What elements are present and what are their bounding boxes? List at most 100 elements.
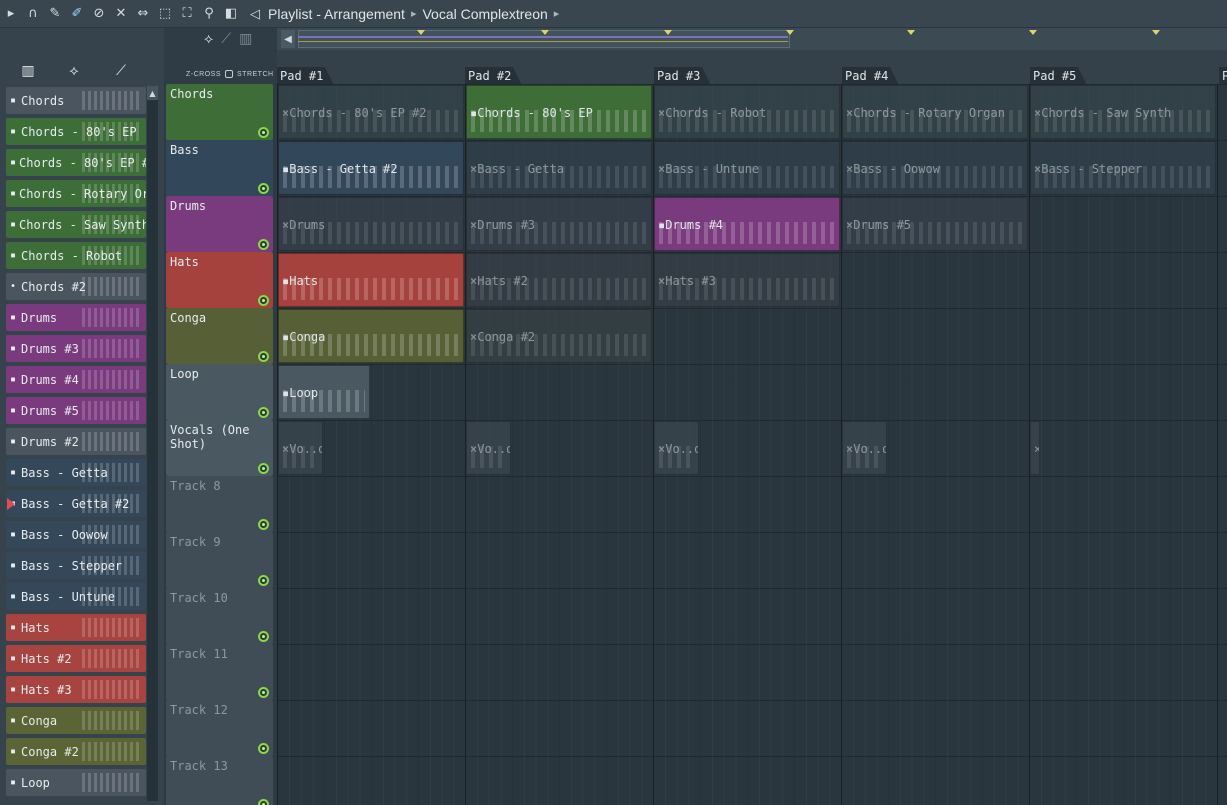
playlist-clip[interactable]: ×Bass - Oowow — [842, 141, 1028, 195]
track-header[interactable]: Track 10 — [166, 588, 273, 644]
playlist-clip[interactable]: ×Vo..on — [466, 421, 511, 475]
playback-icon[interactable]: ◧ — [220, 3, 242, 25]
breadcrumb-playlist[interactable]: Playlist - Arrangement — [268, 6, 405, 22]
automation-clip-icon[interactable]: ⟋ — [221, 31, 231, 47]
playlist-clip[interactable]: ×Chords - 80's EP #2 — [278, 85, 464, 139]
pattern-item[interactable]: ▪ Drums #2 — [6, 428, 146, 455]
playlist-clip[interactable]: × — [1030, 421, 1040, 475]
play-arrow-icon[interactable]: ▸ — [0, 3, 22, 25]
track-enable-icon[interactable] — [258, 743, 269, 754]
pattern-item[interactable]: ▪ Loop — [6, 769, 146, 796]
playlist-clip[interactable]: ×Hats #3 — [654, 253, 840, 307]
breadcrumb-pattern[interactable]: Vocal Complextreon — [422, 6, 547, 22]
select-icon[interactable]: ⬚ — [154, 3, 176, 25]
playlist-clip[interactable]: ×Vo..on — [654, 421, 699, 475]
timeline-ruler[interactable] — [277, 50, 1227, 84]
pad-marker[interactable]: Pad #1 — [277, 67, 334, 84]
audio-clip-icon[interactable]: ⟡ — [204, 31, 213, 47]
fullscreen-icon[interactable]: ⛶ — [176, 3, 198, 25]
playlist-clip[interactable]: ×Vo..on — [842, 421, 887, 475]
playlist-clip[interactable]: ×Drums #3 — [466, 197, 652, 251]
track-header[interactable]: Track 8 — [166, 476, 273, 532]
playlist-clip[interactable]: ×Bass - Getta — [466, 141, 652, 195]
playlist-clip[interactable]: ×Chords - Saw Synth — [1030, 85, 1216, 139]
playlist-clip[interactable]: ×Bass - Stepper — [1030, 141, 1216, 195]
pattern-item[interactable]: ▪ Bass - Getta #2 — [6, 490, 146, 517]
pattern-item[interactable]: ▪ Bass - Untune — [6, 583, 146, 610]
track-enable-icon[interactable] — [258, 407, 269, 418]
pattern-clip-icon[interactable]: ▥ — [239, 31, 252, 47]
pad-marker[interactable]: Pad #5 — [1030, 67, 1087, 84]
wave-icon[interactable]: ⟡ — [63, 62, 85, 80]
playlist-clip[interactable]: ×Bass - Untune — [654, 141, 840, 195]
track-enable-icon[interactable] — [258, 127, 269, 138]
playlist-clip[interactable]: ×Drums #5 — [842, 197, 1028, 251]
magnet-icon[interactable]: ∩ — [22, 3, 44, 25]
track-header[interactable]: Loop — [166, 364, 273, 420]
track-enable-icon[interactable] — [258, 351, 269, 362]
track-header[interactable]: Conga — [166, 308, 273, 364]
breadcrumb-arrow-icon[interactable]: ▸ — [554, 7, 560, 20]
delete-icon[interactable]: ⊘ — [88, 3, 110, 25]
pad-marker[interactable]: P — [1219, 67, 1227, 84]
track-header[interactable]: Track 12 — [166, 700, 273, 756]
pattern-item[interactable]: ▪ Bass - Oowow — [6, 521, 146, 548]
track-enable-icon[interactable] — [258, 239, 269, 250]
track-header[interactable]: Track 13 — [166, 756, 273, 805]
pattern-item[interactable]: ▪ Chords - 80's EP — [6, 118, 146, 145]
pattern-item[interactable]: ▪ Bass - Stepper — [6, 552, 146, 579]
track-header[interactable]: Chords — [166, 84, 273, 140]
playlist-clip[interactable]: ▪Bass - Getta #2 — [278, 141, 464, 195]
playlist-clip[interactable]: ▪Conga — [278, 309, 464, 363]
pattern-item[interactable]: ▪ Drums #5 — [6, 397, 146, 424]
playlist-clip[interactable]: ×Hats #2 — [466, 253, 652, 307]
playlist-grid[interactable]: ×Chords - 80's EP #2 ▪Chords - 80's EP ×Ch… — [277, 84, 1227, 805]
mute-icon[interactable]: ✕ — [110, 3, 132, 25]
playlist-clip[interactable]: ▪Loop — [278, 365, 370, 419]
pattern-item[interactable]: ▪ Conga — [6, 707, 146, 734]
track-enable-icon[interactable] — [258, 575, 269, 586]
scroll-left-icon[interactable]: ◀ — [281, 30, 295, 48]
pencil-icon[interactable]: ✎ — [44, 3, 66, 25]
playlist-clip[interactable]: ▪Chords - 80's EP — [466, 85, 652, 139]
pattern-list-scrollbar[interactable]: ▲ — [147, 86, 158, 801]
playlist-clip[interactable]: ×Conga #2 — [466, 309, 652, 363]
speaker-icon[interactable]: ◁ — [248, 3, 262, 25]
pad-marker[interactable]: Pad #4 — [842, 67, 899, 84]
piano-icon[interactable]: ▥ — [17, 62, 39, 80]
track-header[interactable]: Bass — [166, 140, 273, 196]
pattern-item[interactable]: ▪ Hats #2 — [6, 645, 146, 672]
pattern-item[interactable]: ▪ Drums #3 — [6, 335, 146, 362]
pattern-item[interactable]: ▪ Hats — [6, 614, 146, 641]
zoom-icon[interactable]: ⚲ — [198, 3, 220, 25]
zcross-checkbox[interactable] — [225, 70, 233, 78]
track-enable-icon[interactable] — [258, 799, 269, 805]
track-header[interactable]: Hats — [166, 252, 273, 308]
track-enable-icon[interactable] — [258, 463, 269, 474]
pattern-item[interactable]: ▪ Chords - Saw Synth — [6, 211, 146, 238]
playlist-clip[interactable]: ×Chords - Robot — [654, 85, 840, 139]
pattern-item[interactable]: ▪ Conga #2 — [6, 738, 146, 765]
playlist-clip[interactable]: ▪Hats — [278, 253, 464, 307]
pattern-item[interactable]: ▪ Hats #3 — [6, 676, 146, 703]
track-header[interactable]: Track 9 — [166, 532, 273, 588]
pad-marker[interactable]: Pad #3 — [654, 67, 711, 84]
track-header[interactable]: Vocals (One Shot) — [166, 420, 273, 476]
track-header[interactable]: Drums — [166, 196, 273, 252]
track-header[interactable]: Track 11 — [166, 644, 273, 700]
pattern-item[interactable]: ▪ Chords - Robot — [6, 242, 146, 269]
track-enable-icon[interactable] — [258, 295, 269, 306]
playlist-clip[interactable]: ▪Drums #4 — [654, 197, 840, 251]
playlist-clip[interactable]: ×Vo..on — [278, 421, 323, 475]
pattern-item[interactable]: ▪ Drums — [6, 304, 146, 331]
pattern-item[interactable]: ▪ Drums #4 — [6, 366, 146, 393]
automation-icon[interactable]: ⟋ — [110, 62, 132, 80]
playlist-clip[interactable]: ×Drums — [278, 197, 464, 251]
track-enable-icon[interactable] — [258, 519, 269, 530]
scroll-up-icon[interactable]: ▲ — [147, 86, 158, 100]
track-enable-icon[interactable] — [258, 183, 269, 194]
brush-icon[interactable]: ✐ — [66, 3, 88, 25]
pattern-item[interactable]: ▪ Bass - Getta — [6, 459, 146, 486]
pattern-item[interactable]: ▪ Chords — [6, 87, 146, 114]
slip-icon[interactable]: ⇔ — [132, 3, 154, 25]
